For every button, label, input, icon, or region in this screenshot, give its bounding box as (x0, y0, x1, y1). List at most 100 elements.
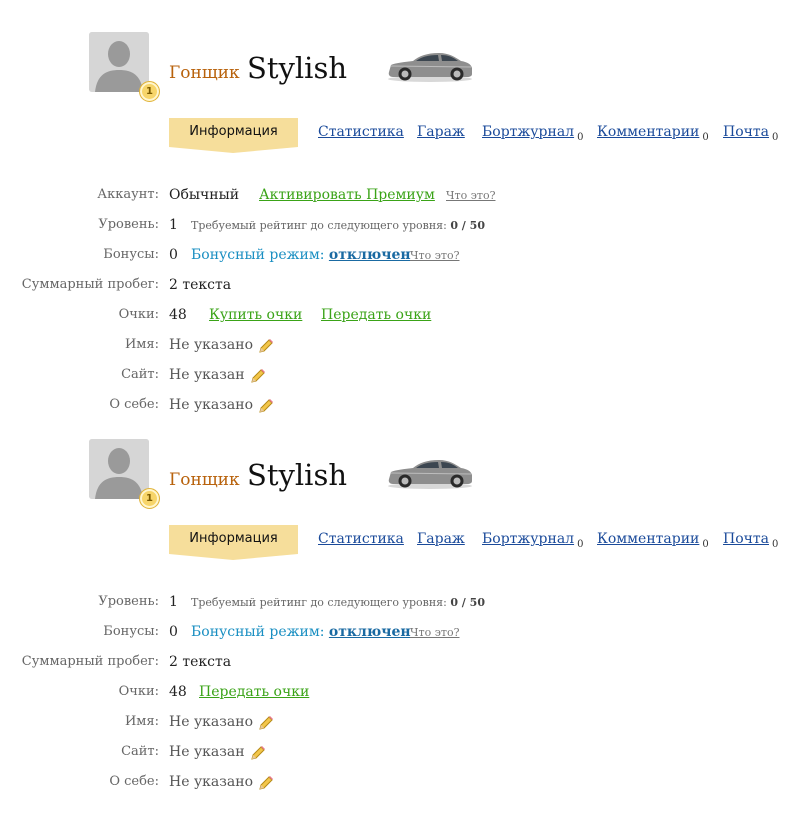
site-row: Сайт: Не указан (0, 367, 808, 387)
edit-pencil-icon[interactable] (258, 775, 274, 791)
bonus-mode-toggle-link[interactable]: отключен (329, 624, 411, 640)
name-row: Имя: Не указано (0, 714, 808, 734)
tab-mail-count: 0 (772, 539, 779, 550)
tab-logbook[interactable]: Бортжурнал 0 (482, 531, 583, 550)
site-value: Не указан (169, 367, 245, 383)
tab-info-label: Информация (189, 124, 278, 139)
tab-comments-count: 0 (702, 132, 709, 143)
site-label: Сайт: (121, 367, 159, 382)
car-icon[interactable] (385, 455, 475, 491)
mileage-value: 2 текста (169, 277, 232, 293)
user-silhouette-icon (89, 32, 149, 92)
role-label: Гонщик (169, 470, 240, 490)
car-icon[interactable] (385, 48, 475, 84)
about-value: Не указано (169, 774, 254, 790)
avatar[interactable] (89, 439, 149, 499)
name-value: Не указано (169, 337, 254, 353)
tab-comments[interactable]: Комментарии 0 (597, 531, 709, 550)
tab-comments-label: Комментарии (597, 531, 700, 547)
name-label: Имя: (124, 714, 159, 729)
bonus-what-link[interactable]: Что это? (410, 626, 459, 639)
name-label: Имя: (124, 337, 159, 352)
bonus-what-link[interactable]: Что это? (410, 249, 459, 262)
site-label: Сайт: (121, 744, 159, 759)
level-requirement-note: Требуемый рейтинг до следующего уровня: … (191, 596, 485, 609)
level-requirement-text: Требуемый рейтинг до следующего уровня: (191, 219, 447, 232)
level-badge: 1 (139, 488, 160, 509)
tab-logbook-count: 0 (577, 132, 584, 143)
level-requirement-note: Требуемый рейтинг до следующего уровня: … (191, 219, 485, 232)
account-what-link[interactable]: Что это? (446, 189, 495, 202)
transfer-points-link[interactable]: Передать очки (199, 684, 309, 700)
transfer-points-link[interactable]: Передать очки (321, 307, 431, 323)
tab-garage[interactable]: Гараж (417, 124, 465, 140)
bonus-mode: Бонусный режим: отключен (191, 247, 411, 263)
points-value: 48 (169, 684, 187, 700)
account-label: Аккаунт: (97, 187, 159, 202)
bonus-mode: Бонусный режим: отключен (191, 624, 411, 640)
about-row: О себе: Не указано (0, 774, 808, 794)
mileage-label: Суммарный пробег: (21, 277, 159, 292)
tab-mail-label: Почта (723, 124, 769, 140)
activate-premium-link[interactable]: Активировать Премиум (259, 187, 435, 203)
points-row: Очки: 48 Передать очки (0, 684, 808, 704)
account-value: Обычный (169, 187, 240, 203)
bonus-mode-text: Бонусный режим: (191, 247, 325, 263)
level-row: Уровень: 1 Требуемый рейтинг до следующе… (0, 217, 808, 237)
account-row: Аккаунт: Обычный Активировать Премиум Чт… (0, 187, 808, 207)
bonus-mode-text: Бонусный режим: (191, 624, 325, 640)
tab-stats[interactable]: Статистика (318, 124, 404, 140)
tab-comments[interactable]: Комментарии 0 (597, 124, 709, 143)
mileage-row: Суммарный пробег: 2 текста (0, 654, 808, 674)
tab-info[interactable]: Информация (169, 525, 298, 560)
tab-mail[interactable]: Почта 0 (723, 124, 778, 143)
level-label: Уровень: (98, 217, 159, 232)
bonuses-value: 0 (169, 247, 178, 263)
points-label: Очки: (118, 684, 159, 699)
tab-stats[interactable]: Статистика (318, 531, 404, 547)
bonus-mode-toggle-link[interactable]: отключен (329, 247, 411, 263)
points-row: Очки: 48 Купить очки Передать очки (0, 307, 808, 327)
level-label: Уровень: (98, 594, 159, 609)
bonuses-label: Бонусы: (103, 247, 159, 262)
user-silhouette-icon (89, 439, 149, 499)
edit-pencil-icon[interactable] (258, 715, 274, 731)
edit-pencil-icon[interactable] (250, 368, 266, 384)
bonuses-row: Бонусы: 0 Бонусный режим: отключен Что э… (0, 624, 808, 644)
mileage-value: 2 текста (169, 654, 232, 670)
mileage-row: Суммарный пробег: 2 текста (0, 277, 808, 297)
tab-info[interactable]: Информация (169, 118, 298, 153)
about-row: О себе: Не указано (0, 397, 808, 417)
bonuses-row: Бонусы: 0 Бонусный режим: отключен Что э… (0, 247, 808, 267)
username: Stylish (247, 458, 348, 492)
bonuses-label: Бонусы: (103, 624, 159, 639)
points-value: 48 (169, 307, 187, 323)
site-value: Не указан (169, 744, 245, 760)
tab-logbook-label: Бортжурнал (482, 531, 575, 547)
tab-logbook-count: 0 (577, 539, 584, 550)
level-requirement-text: Требуемый рейтинг до следующего уровня: (191, 596, 447, 609)
level-badge: 1 (139, 81, 160, 102)
tab-logbook-label: Бортжурнал (482, 124, 575, 140)
tab-garage[interactable]: Гараж (417, 531, 465, 547)
about-label: О себе: (109, 774, 159, 789)
tab-mail-count: 0 (772, 132, 779, 143)
level-value: 1 (169, 594, 178, 610)
tab-mail[interactable]: Почта 0 (723, 531, 778, 550)
tab-logbook[interactable]: Бортжурнал 0 (482, 124, 583, 143)
about-value: Не указано (169, 397, 254, 413)
level-value: 1 (169, 217, 178, 233)
mileage-label: Суммарный пробег: (21, 654, 159, 669)
edit-pencil-icon[interactable] (258, 338, 274, 354)
level-progress: 0 / 50 (450, 596, 485, 609)
site-row: Сайт: Не указан (0, 744, 808, 764)
edit-pencil-icon[interactable] (250, 745, 266, 761)
username: Stylish (247, 51, 348, 85)
level-progress: 0 / 50 (450, 219, 485, 232)
avatar[interactable] (89, 32, 149, 92)
edit-pencil-icon[interactable] (258, 398, 274, 414)
about-label: О себе: (109, 397, 159, 412)
tab-comments-label: Комментарии (597, 124, 700, 140)
buy-points-link[interactable]: Купить очки (209, 307, 302, 323)
role-label: Гонщик (169, 63, 240, 83)
